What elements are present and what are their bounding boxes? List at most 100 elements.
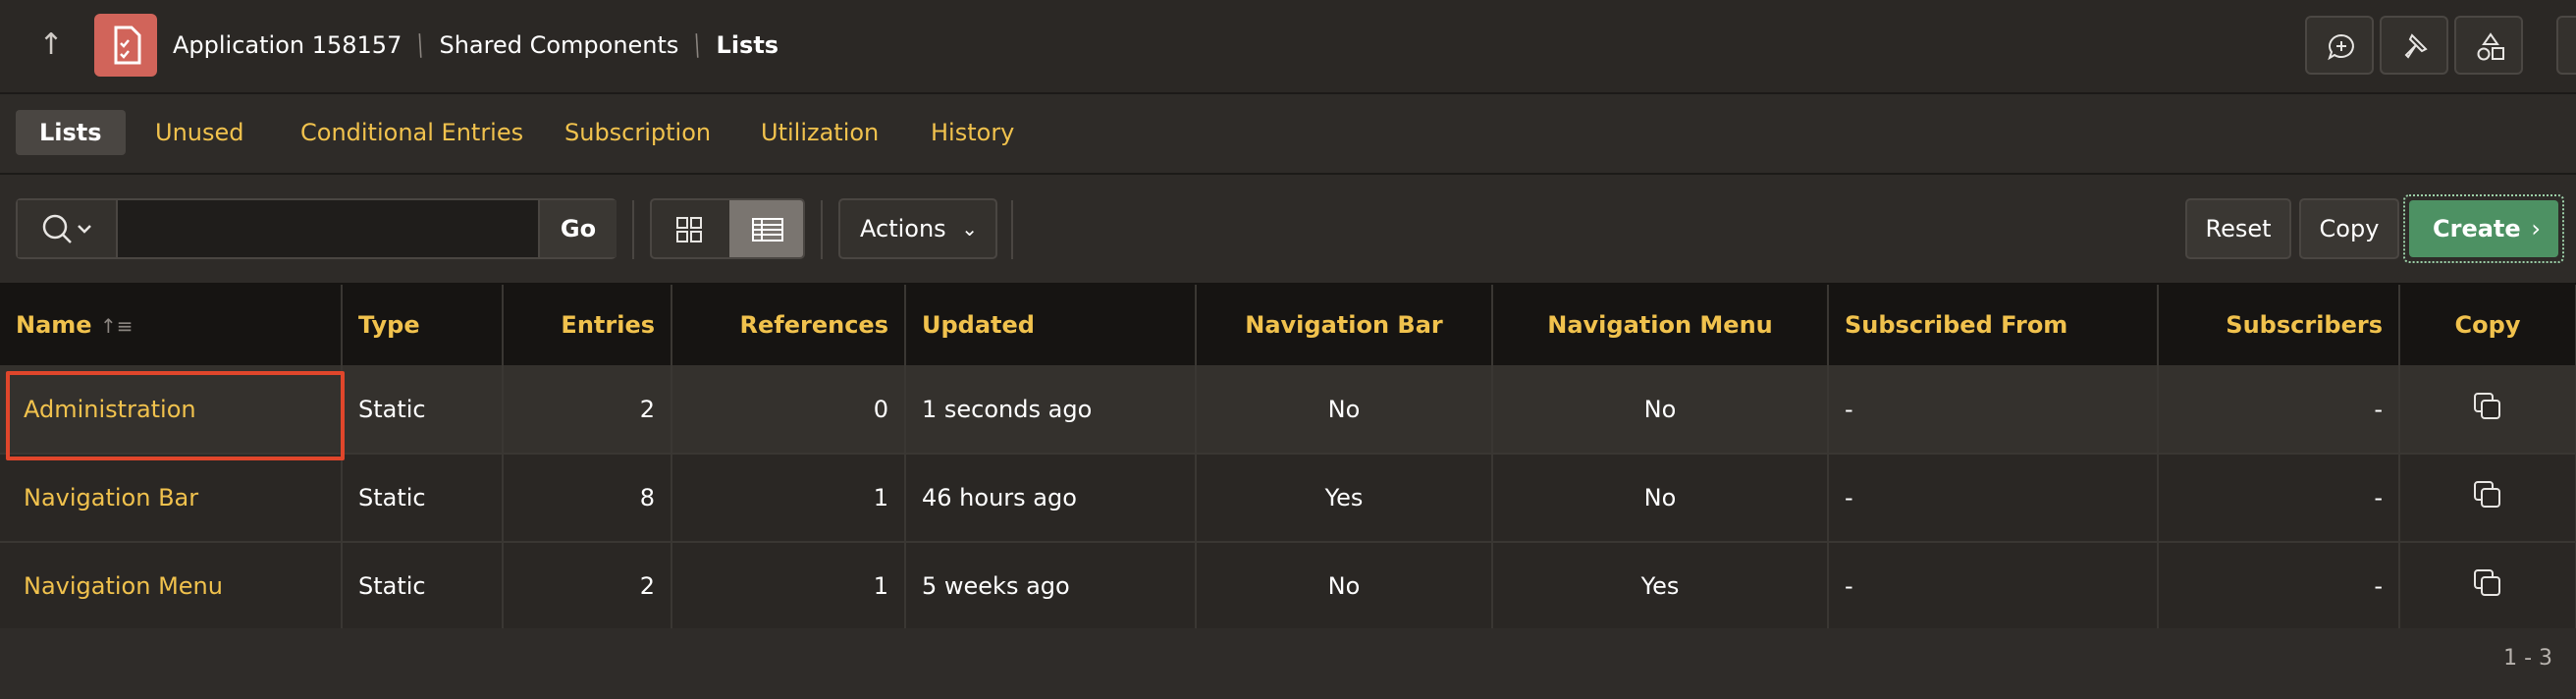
navigation-menu-cell: Yes: [1492, 542, 1829, 631]
list-name-link[interactable]: Administration: [16, 396, 196, 423]
pin-button[interactable]: [2380, 16, 2448, 75]
search-bar: Go: [16, 198, 617, 259]
navigation-bar-cell: No: [1196, 542, 1493, 631]
search-column-selector[interactable]: [18, 200, 118, 257]
top-header: ↑ Application 158157 \ Shared Components…: [0, 0, 2576, 94]
chat-plus-icon: [2328, 33, 2354, 61]
search-icon: [42, 214, 91, 243]
column-header-references[interactable]: References: [671, 285, 906, 365]
column-header-navigation-menu[interactable]: Navigation Menu: [1492, 285, 1829, 365]
tab-history[interactable]: History: [907, 110, 1038, 155]
search-input[interactable]: [118, 200, 520, 257]
breadcrumb-separator: \: [410, 27, 430, 63]
app-icon[interactable]: [94, 14, 157, 77]
toolbar-divider: [821, 200, 823, 259]
feedback-button[interactable]: [2305, 16, 2374, 75]
report-toolbar: Go Actions ⌄ Reset Copy Create ›: [0, 175, 2576, 285]
icon-view-button[interactable]: [652, 200, 727, 257]
copy-icon[interactable]: [2471, 478, 2504, 511]
copy-icon[interactable]: [2471, 566, 2504, 600]
list-name-link[interactable]: Navigation Menu: [16, 572, 223, 600]
navigation-menu-cell: No: [1492, 454, 1829, 543]
column-header-entries[interactable]: Entries: [503, 285, 672, 365]
type-cell: Static: [342, 365, 504, 455]
toolbar-divider: [1011, 200, 1013, 259]
chevron-down-icon: ⌄: [961, 217, 978, 241]
pagination-range: 1 - 3: [2503, 646, 2552, 671]
references-link[interactable]: 1: [671, 454, 906, 543]
entries-cell: 2: [503, 542, 672, 631]
subscribed-from-cell: -: [1828, 454, 2159, 543]
copy-cell: [2399, 454, 2576, 543]
go-button[interactable]: Go: [538, 200, 617, 257]
updated-cell: 46 hours ago: [905, 454, 1197, 543]
report-footer: 1 - 3: [0, 628, 2576, 699]
subscribers-cell: -: [2158, 454, 2400, 543]
column-header-updated[interactable]: Updated: [905, 285, 1197, 365]
create-label: Create: [2433, 215, 2521, 242]
tab-bar: Lists Unused Conditional Entries Subscri…: [0, 94, 2576, 175]
shapes-icon: [2477, 32, 2504, 61]
tab-utilization[interactable]: Utilization: [737, 110, 902, 155]
sort-ascending-icon: ↑≡: [99, 314, 134, 338]
create-button[interactable]: Create ›: [2409, 200, 2558, 257]
copy-cell: [2399, 542, 2576, 631]
grid-icon: [676, 217, 702, 242]
references-link[interactable]: 0: [671, 365, 906, 455]
pin-icon: [2404, 33, 2428, 59]
navigation-menu-cell: No: [1492, 365, 1829, 455]
references-link[interactable]: 1: [671, 542, 906, 631]
subscribed-from-cell: -: [1828, 365, 2159, 455]
table-icon: [752, 218, 783, 242]
list-name-link[interactable]: Navigation Bar: [16, 484, 198, 511]
navigation-bar-cell: No: [1196, 365, 1493, 455]
tab-conditional-entries[interactable]: Conditional Entries: [277, 110, 547, 155]
chevron-right-icon: ›: [2531, 215, 2541, 242]
column-header-subscribers[interactable]: Subscribers: [2158, 285, 2400, 365]
breadcrumb-current: Lists: [716, 31, 779, 59]
actions-label: Actions: [860, 215, 946, 242]
copy-button[interactable]: Copy: [2299, 198, 2399, 259]
create-button-focus-ring: Create ›: [2403, 194, 2564, 263]
breadcrumb-shared-components[interactable]: Shared Components: [439, 31, 678, 59]
table-header-row: Name ↑≡ Type Entries References Updated …: [0, 285, 2576, 365]
copy-cell: [2399, 365, 2576, 455]
shared-components-button[interactable]: [2454, 16, 2523, 75]
up-arrow-icon[interactable]: ↑: [33, 26, 69, 65]
subscribed-from-cell: -: [1828, 542, 2159, 631]
entries-cell: 8: [503, 454, 672, 543]
column-header-type[interactable]: Type: [342, 285, 504, 365]
column-header-navigation-bar[interactable]: Navigation Bar: [1196, 285, 1493, 365]
toolbar-divider: [632, 200, 634, 259]
updated-cell: 1 seconds ago: [905, 365, 1197, 455]
name-cell: Navigation Menu: [0, 542, 343, 631]
report-view-button[interactable]: [729, 200, 803, 257]
updated-cell: 5 weeks ago: [905, 542, 1197, 631]
tab-unused[interactable]: Unused: [132, 110, 268, 155]
reset-button[interactable]: Reset: [2185, 198, 2291, 259]
lists-report-table: Name ↑≡ Type Entries References Updated …: [0, 285, 2576, 631]
actions-menu-button[interactable]: Actions ⌄: [838, 198, 997, 259]
more-button[interactable]: [2556, 16, 2576, 75]
navigation-bar-cell: Yes: [1196, 454, 1493, 543]
breadcrumb: Application 158157 \ Shared Components \…: [173, 27, 778, 63]
type-cell: Static: [342, 542, 504, 631]
tab-lists[interactable]: Lists: [16, 110, 126, 155]
view-toggle: [650, 198, 805, 259]
table-row: Administration Static 2 0 1 seconds ago …: [0, 365, 2576, 460]
table-row: Navigation Menu Static 2 1 5 weeks ago N…: [0, 542, 2576, 631]
breadcrumb-application[interactable]: Application 158157: [173, 31, 402, 59]
table-row: Navigation Bar Static 8 1 46 hours ago Y…: [0, 454, 2576, 543]
name-cell: Navigation Bar: [0, 454, 343, 543]
subscribers-cell: -: [2158, 542, 2400, 631]
breadcrumb-separator: \: [688, 27, 707, 63]
tab-subscription[interactable]: Subscription: [541, 110, 734, 155]
copy-icon[interactable]: [2471, 390, 2504, 423]
column-header-copy[interactable]: Copy: [2399, 285, 2576, 365]
subscribers-cell: -: [2158, 365, 2400, 455]
column-header-name[interactable]: Name ↑≡: [0, 285, 343, 365]
column-header-subscribed-from[interactable]: Subscribed From: [1828, 285, 2159, 365]
name-cell: Administration: [0, 365, 345, 460]
type-cell: Static: [342, 454, 504, 543]
entries-cell: 2: [503, 365, 672, 455]
